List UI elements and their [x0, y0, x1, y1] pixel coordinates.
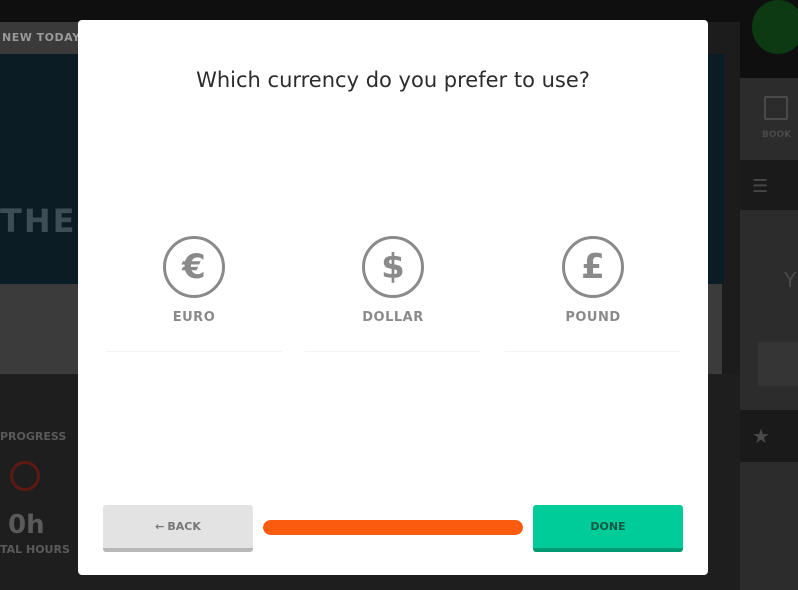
- arrow-left-icon: ←: [155, 520, 165, 533]
- currency-label-dollar: DOLLAR: [362, 310, 424, 325]
- pound-icon: £: [562, 236, 624, 298]
- back-button-label: BACK: [167, 520, 201, 533]
- dollar-icon: $: [362, 236, 424, 298]
- progress-bar-fill: [263, 520, 523, 535]
- sidebar-box: [758, 342, 798, 386]
- sidebar-list-item: [740, 160, 798, 210]
- book-label: BOOK: [762, 130, 792, 140]
- sidebar-text: Y: [784, 268, 797, 292]
- back-button[interactable]: ← BACK: [103, 505, 253, 552]
- done-button[interactable]: DONE: [533, 505, 683, 552]
- done-button-label: DONE: [590, 520, 626, 533]
- total-hours-label: TAL HOURS: [0, 543, 70, 556]
- right-sidebar: [740, 0, 798, 590]
- avatar: [752, 0, 798, 54]
- hours-value: 0h: [8, 510, 45, 540]
- progress-label: PROGRESS: [0, 430, 67, 443]
- currency-option-pound[interactable]: £ POUND: [505, 236, 681, 352]
- euro-icon: €: [163, 236, 225, 298]
- clock-icon: [10, 461, 40, 491]
- new-today-tag: NEW TODAY: [0, 22, 90, 54]
- top-bar: [0, 0, 798, 22]
- currency-options: € EURO $ DOLLAR £ POUND: [104, 236, 682, 352]
- modal-title: Which currency do you prefer to use?: [196, 68, 590, 92]
- currency-modal: Which currency do you prefer to use? € E…: [78, 20, 708, 575]
- progress-bar: [263, 520, 523, 535]
- star-icon: ★: [752, 424, 770, 448]
- list-icon: ☰: [752, 176, 769, 197]
- book-icon: [764, 96, 788, 120]
- currency-option-dollar[interactable]: $ DOLLAR: [305, 236, 481, 352]
- currency-option-euro[interactable]: € EURO: [106, 236, 282, 352]
- currency-label-pound: POUND: [565, 310, 621, 325]
- currency-label-euro: EURO: [172, 310, 216, 325]
